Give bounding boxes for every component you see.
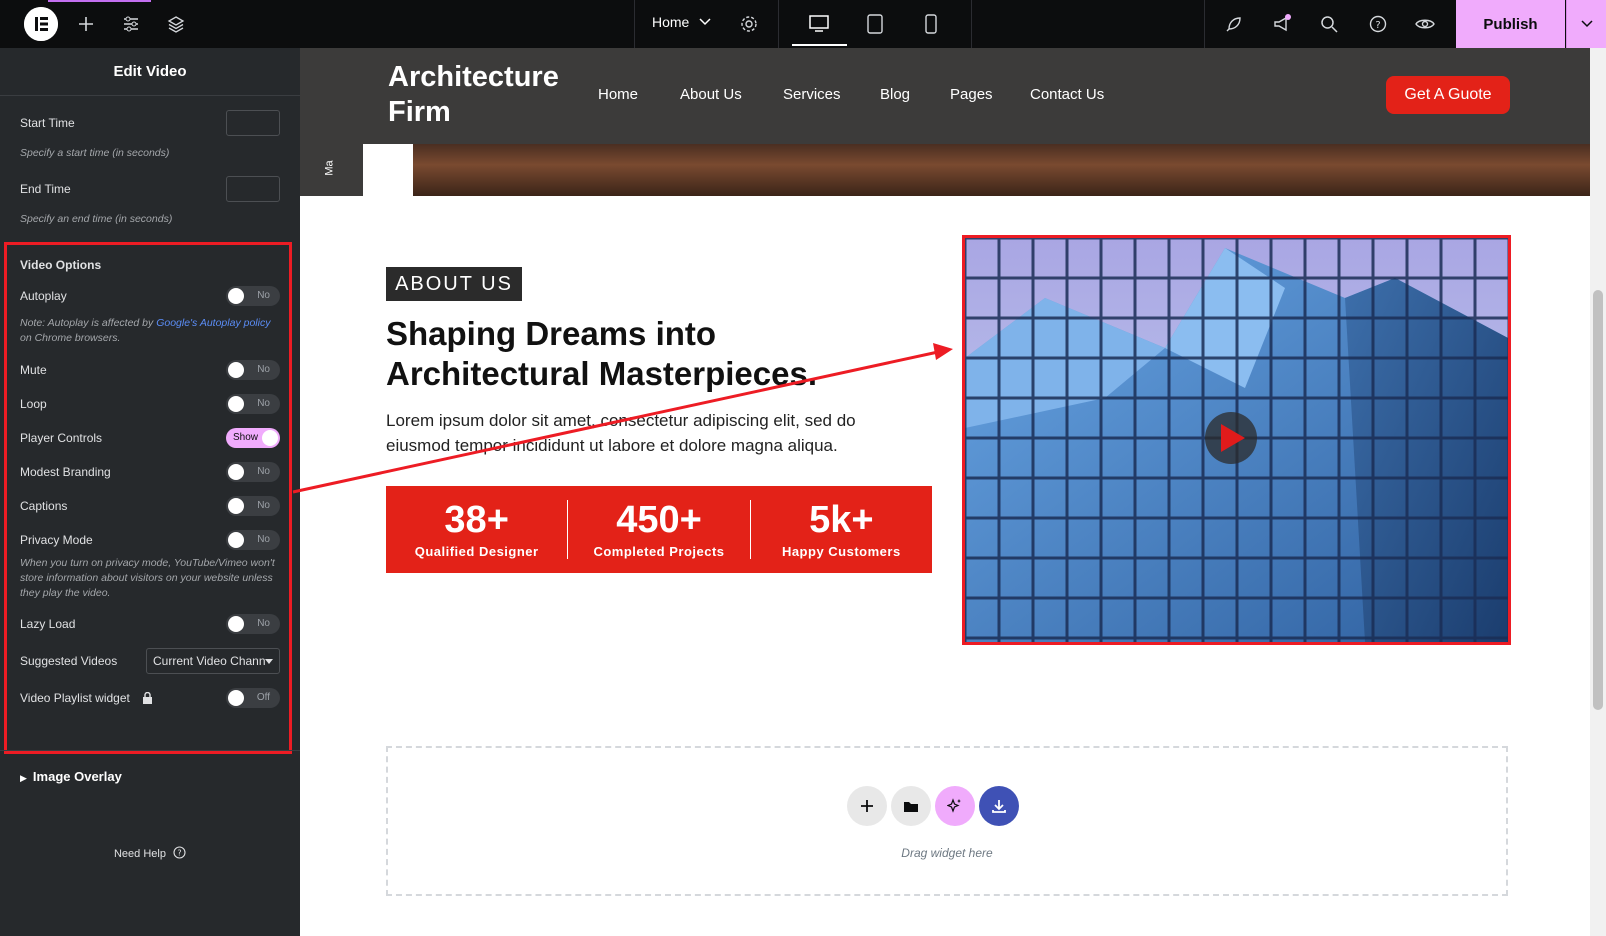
page-scrollbar[interactable] xyxy=(1590,48,1606,936)
annotation-arrow xyxy=(292,343,953,494)
scrollbar-thumb[interactable] xyxy=(1593,290,1603,710)
